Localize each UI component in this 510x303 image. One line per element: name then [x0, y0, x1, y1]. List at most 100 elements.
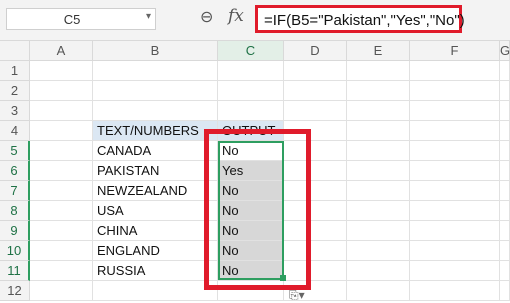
- grid-cell[interactable]: [284, 61, 347, 81]
- grid-cell[interactable]: [410, 241, 500, 261]
- grid-cell[interactable]: [410, 201, 500, 221]
- grid-cell[interactable]: [218, 81, 284, 101]
- name-box[interactable]: C5 ▾: [6, 8, 156, 30]
- paste-options-icon[interactable]: ⎘▾: [289, 288, 305, 303]
- grid-cell[interactable]: [30, 141, 93, 161]
- formula-input[interactable]: =IF(B5="Pakistan","Yes","No"): [255, 5, 465, 33]
- grid-cell[interactable]: [500, 221, 510, 241]
- grid-cell[interactable]: [218, 281, 284, 301]
- row-header-1[interactable]: 1: [0, 61, 30, 81]
- column-header-a[interactable]: A: [30, 41, 93, 61]
- cell-c7[interactable]: No: [218, 181, 284, 201]
- grid-cell[interactable]: [347, 121, 410, 141]
- grid-cell[interactable]: [30, 281, 93, 301]
- grid-cell[interactable]: [410, 121, 500, 141]
- cell-c8[interactable]: No: [218, 201, 284, 221]
- fill-handle[interactable]: [280, 275, 286, 281]
- cell-b7[interactable]: NEWZEALAND: [93, 181, 218, 201]
- grid-cell[interactable]: [284, 241, 347, 261]
- grid-cell[interactable]: [500, 241, 510, 261]
- grid-cell[interactable]: [500, 101, 510, 121]
- column-header-c[interactable]: C: [218, 41, 284, 61]
- grid-cell[interactable]: [347, 101, 410, 121]
- grid-cell[interactable]: [347, 61, 410, 81]
- grid-cell[interactable]: [500, 161, 510, 181]
- grid-cell[interactable]: [410, 261, 500, 281]
- grid-cell[interactable]: [30, 261, 93, 281]
- grid-cell[interactable]: [347, 181, 410, 201]
- table-header-text[interactable]: TEXT/NUMBERS: [93, 121, 218, 141]
- grid-cell[interactable]: [30, 241, 93, 261]
- row-header-8[interactable]: 8: [0, 201, 30, 221]
- grid-cell[interactable]: [30, 221, 93, 241]
- column-header-d[interactable]: D: [284, 41, 347, 61]
- grid-cell[interactable]: [218, 101, 284, 121]
- table-header-output[interactable]: OUTPUT: [218, 121, 284, 141]
- grid-cell[interactable]: [218, 61, 284, 81]
- grid-cell[interactable]: [500, 121, 510, 141]
- grid-cell[interactable]: [410, 161, 500, 181]
- chevron-down-icon[interactable]: ▾: [146, 11, 151, 22]
- cell-c5[interactable]: No: [218, 141, 284, 161]
- cell-b8[interactable]: USA: [93, 201, 218, 221]
- grid-cell[interactable]: [30, 161, 93, 181]
- grid-cell[interactable]: [93, 101, 218, 121]
- grid-cell[interactable]: [93, 81, 218, 101]
- grid-cell[interactable]: [30, 61, 93, 81]
- grid-cell[interactable]: [347, 161, 410, 181]
- grid-cell[interactable]: [347, 241, 410, 261]
- grid-cell[interactable]: [284, 141, 347, 161]
- row-header-11[interactable]: 11: [0, 261, 30, 281]
- cell-b10[interactable]: ENGLAND: [93, 241, 218, 261]
- grid-cell[interactable]: [30, 101, 93, 121]
- cell-b9[interactable]: CHINA: [93, 221, 218, 241]
- grid-cell[interactable]: [284, 101, 347, 121]
- grid-cell[interactable]: [30, 81, 93, 101]
- grid-cell[interactable]: [500, 141, 510, 161]
- grid-cell[interactable]: [410, 81, 500, 101]
- grid-cell[interactable]: [410, 221, 500, 241]
- grid-cell[interactable]: [347, 141, 410, 161]
- cell-c11[interactable]: No: [218, 261, 284, 281]
- grid-cell[interactable]: [410, 281, 500, 301]
- row-header-3[interactable]: 3: [0, 101, 30, 121]
- row-header-10[interactable]: 10: [0, 241, 30, 261]
- grid-cell[interactable]: [410, 181, 500, 201]
- grid-cell[interactable]: [284, 201, 347, 221]
- cell-b5[interactable]: CANADA: [93, 141, 218, 161]
- column-header-g[interactable]: G: [500, 41, 510, 61]
- row-header-12[interactable]: 12: [0, 281, 30, 301]
- grid-cell[interactable]: [347, 281, 410, 301]
- grid-cell[interactable]: [500, 201, 510, 221]
- row-header-9[interactable]: 9: [0, 221, 30, 241]
- column-header-f[interactable]: F: [410, 41, 500, 61]
- grid-cell[interactable]: [284, 221, 347, 241]
- cell-c10[interactable]: No: [218, 241, 284, 261]
- grid-cell[interactable]: [347, 221, 410, 241]
- grid-cell[interactable]: [500, 181, 510, 201]
- row-header-5[interactable]: 5: [0, 141, 30, 161]
- select-all-corner[interactable]: [0, 41, 30, 61]
- cell-c9[interactable]: No: [218, 221, 284, 241]
- cell-b11[interactable]: RUSSIA: [93, 261, 218, 281]
- zoom-formula-icon[interactable]: ⊖: [200, 7, 213, 27]
- grid-cell[interactable]: [284, 81, 347, 101]
- row-header-2[interactable]: 2: [0, 81, 30, 101]
- grid-cell[interactable]: [410, 101, 500, 121]
- cell-b6[interactable]: PAKISTAN: [93, 161, 218, 181]
- grid-cell[interactable]: [284, 121, 347, 141]
- grid-cell[interactable]: [93, 281, 218, 301]
- grid-cell[interactable]: [30, 181, 93, 201]
- grid-cell[interactable]: [284, 181, 347, 201]
- grid-cell[interactable]: [347, 81, 410, 101]
- row-header-4[interactable]: 4: [0, 121, 30, 141]
- function-icon[interactable]: fx: [228, 6, 244, 26]
- grid-cell[interactable]: [284, 261, 347, 281]
- grid-cell[interactable]: [284, 161, 347, 181]
- cell-c6[interactable]: Yes: [218, 161, 284, 181]
- row-header-6[interactable]: 6: [0, 161, 30, 181]
- column-header-e[interactable]: E: [347, 41, 410, 61]
- grid-cell[interactable]: [410, 141, 500, 161]
- grid-cell[interactable]: [347, 201, 410, 221]
- row-header-7[interactable]: 7: [0, 181, 30, 201]
